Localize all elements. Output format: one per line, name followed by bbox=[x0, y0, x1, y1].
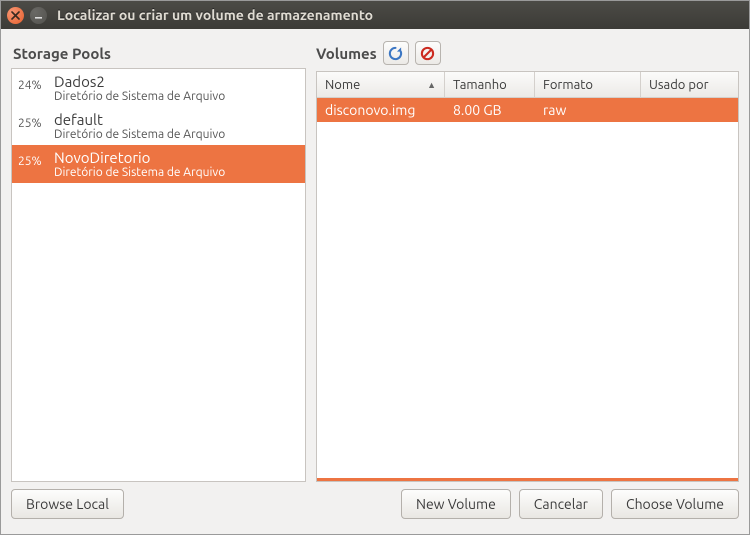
pool-text: defaultDiretório de Sistema de Arquivo bbox=[54, 111, 225, 141]
pool-item[interactable]: 25% defaultDiretório de Sistema de Arquiv… bbox=[12, 107, 305, 145]
forbidden-icon bbox=[420, 46, 435, 61]
content-area: Storage Pools 24%Dados2Diretório de Sist… bbox=[1, 29, 749, 484]
column-tamanho-label: Tamanho bbox=[453, 78, 507, 92]
storage-dialog: Localizar ou criar um volume de armazena… bbox=[0, 0, 750, 535]
minimize-icon[interactable] bbox=[30, 7, 47, 24]
volumes-header: Volumes bbox=[316, 39, 739, 71]
volumes-panel: Volumes Nome bbox=[316, 39, 739, 482]
cell-nome: disconovo.img bbox=[317, 99, 445, 121]
volumes-table: Nome ▲ Tamanho Formato Usado por discono… bbox=[316, 71, 739, 482]
pool-usage-pct: 25% bbox=[18, 117, 50, 130]
pool-usage-pct: 25% bbox=[18, 155, 50, 168]
pool-text: Dados2Diretório de Sistema de Arquivo bbox=[54, 73, 225, 103]
cancel-button[interactable]: Cancelar bbox=[519, 489, 603, 519]
column-usado-label: Usado por bbox=[649, 78, 709, 92]
cell-tamanho: 8.00 GB bbox=[445, 99, 535, 121]
refresh-button[interactable] bbox=[383, 41, 409, 65]
column-tamanho[interactable]: Tamanho bbox=[445, 72, 535, 97]
pool-item[interactable]: 25% NovoDiretorioDiretório de Sistema de … bbox=[12, 145, 305, 183]
column-nome-label: Nome bbox=[325, 78, 360, 92]
storage-pools-title: Storage Pools bbox=[11, 39, 306, 68]
pool-usage-pct: 24% bbox=[18, 79, 50, 92]
pool-name: NovoDiretorio bbox=[54, 149, 225, 166]
storage-pools-list[interactable]: 24%Dados2Diretório de Sistema de Arquivo… bbox=[11, 68, 306, 482]
pool-name: Dados2 bbox=[54, 73, 225, 90]
close-icon[interactable] bbox=[7, 7, 24, 24]
cell-formato: raw bbox=[535, 99, 641, 121]
footer: Browse Local New Volume Cancelar Choose … bbox=[1, 484, 749, 534]
column-formato-label: Formato bbox=[543, 78, 593, 92]
column-nome[interactable]: Nome ▲ bbox=[317, 72, 445, 97]
table-accent-bar bbox=[317, 478, 738, 481]
delete-button[interactable] bbox=[415, 41, 441, 65]
pool-subtype: Diretório de Sistema de Arquivo bbox=[54, 128, 225, 141]
refresh-icon bbox=[388, 46, 403, 61]
pool-name: default bbox=[54, 111, 225, 128]
window-title: Localizar ou criar um volume de armazena… bbox=[57, 7, 743, 23]
choose-volume-button[interactable]: Choose Volume bbox=[611, 489, 739, 519]
pool-item[interactable]: 24% Dados2Diretório de Sistema de Arquivo bbox=[12, 69, 305, 107]
new-volume-button[interactable]: New Volume bbox=[401, 489, 511, 519]
cell-usado bbox=[641, 107, 738, 113]
pool-subtype: Diretório de Sistema de Arquivo bbox=[54, 166, 225, 179]
volumes-title: Volumes bbox=[316, 45, 377, 62]
table-row[interactable]: disconovo.img8.00 GBraw bbox=[317, 98, 738, 122]
column-formato[interactable]: Formato bbox=[535, 72, 641, 97]
pool-text: NovoDiretorioDiretório de Sistema de Arq… bbox=[54, 149, 225, 179]
window-controls bbox=[7, 7, 47, 24]
sort-asc-icon: ▲ bbox=[427, 80, 436, 90]
storage-pools-panel: Storage Pools 24%Dados2Diretório de Sist… bbox=[11, 39, 306, 482]
browse-local-button[interactable]: Browse Local bbox=[11, 489, 124, 519]
table-header: Nome ▲ Tamanho Formato Usado por bbox=[317, 72, 738, 98]
column-usado[interactable]: Usado por bbox=[641, 72, 738, 97]
pool-subtype: Diretório de Sistema de Arquivo bbox=[54, 90, 225, 103]
table-body[interactable]: disconovo.img8.00 GBraw bbox=[317, 98, 738, 478]
titlebar[interactable]: Localizar ou criar um volume de armazena… bbox=[1, 1, 749, 29]
